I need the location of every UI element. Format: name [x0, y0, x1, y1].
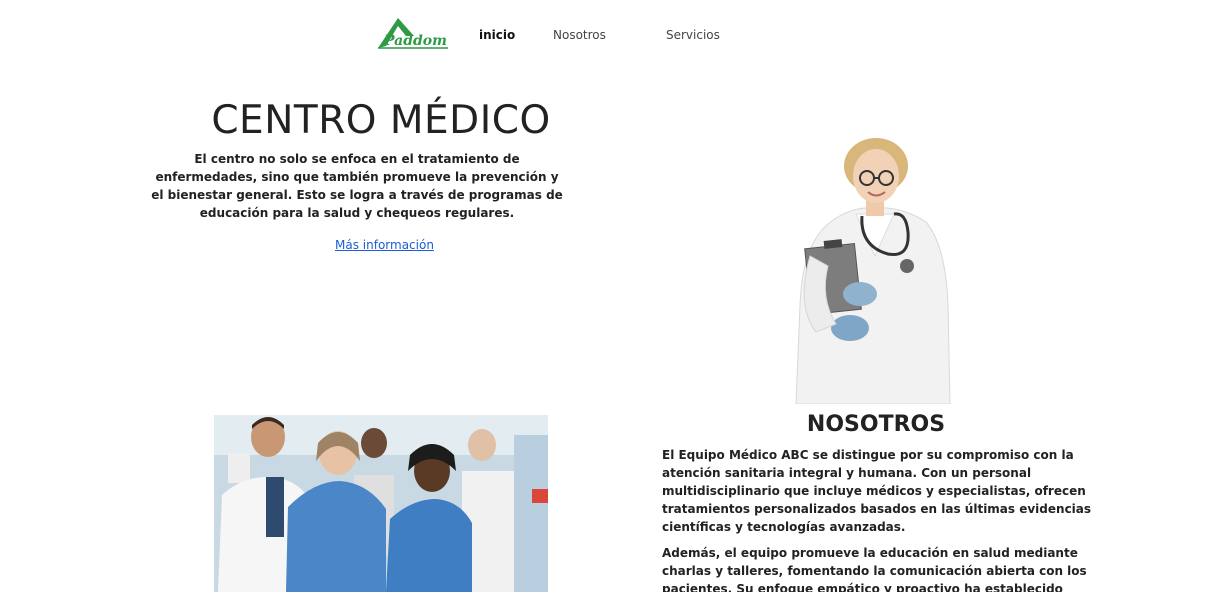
team-image — [214, 415, 548, 592]
nav-link-servicios[interactable]: Servicios — [666, 28, 720, 42]
page-title: CENTRO MÉDICO — [211, 98, 551, 143]
doctor-image — [790, 136, 960, 405]
top-navigation: Paddom inicio Nosotros Servicios — [0, 14, 1211, 54]
logo-icon: Paddom — [378, 18, 448, 49]
logo[interactable]: Paddom — [376, 16, 450, 50]
section-title-nosotros: NOSOTROS — [806, 412, 946, 437]
more-info-link[interactable]: Más información — [335, 238, 434, 252]
page: Paddom inicio Nosotros Servicios CENTRO … — [0, 0, 1211, 592]
logo-text: Paddom — [383, 33, 447, 49]
nav-link-nosotros[interactable]: Nosotros — [553, 28, 606, 42]
nav-link-inicio[interactable]: inicio — [479, 28, 515, 42]
about-paragraph-2: Además, el equipo promueve la educación … — [662, 546, 1087, 592]
about-paragraph-1: El Equipo Médico ABC se distingue por su… — [662, 448, 1092, 534]
hero-description: El centro no solo se enfoca en el tratam… — [151, 152, 563, 220]
